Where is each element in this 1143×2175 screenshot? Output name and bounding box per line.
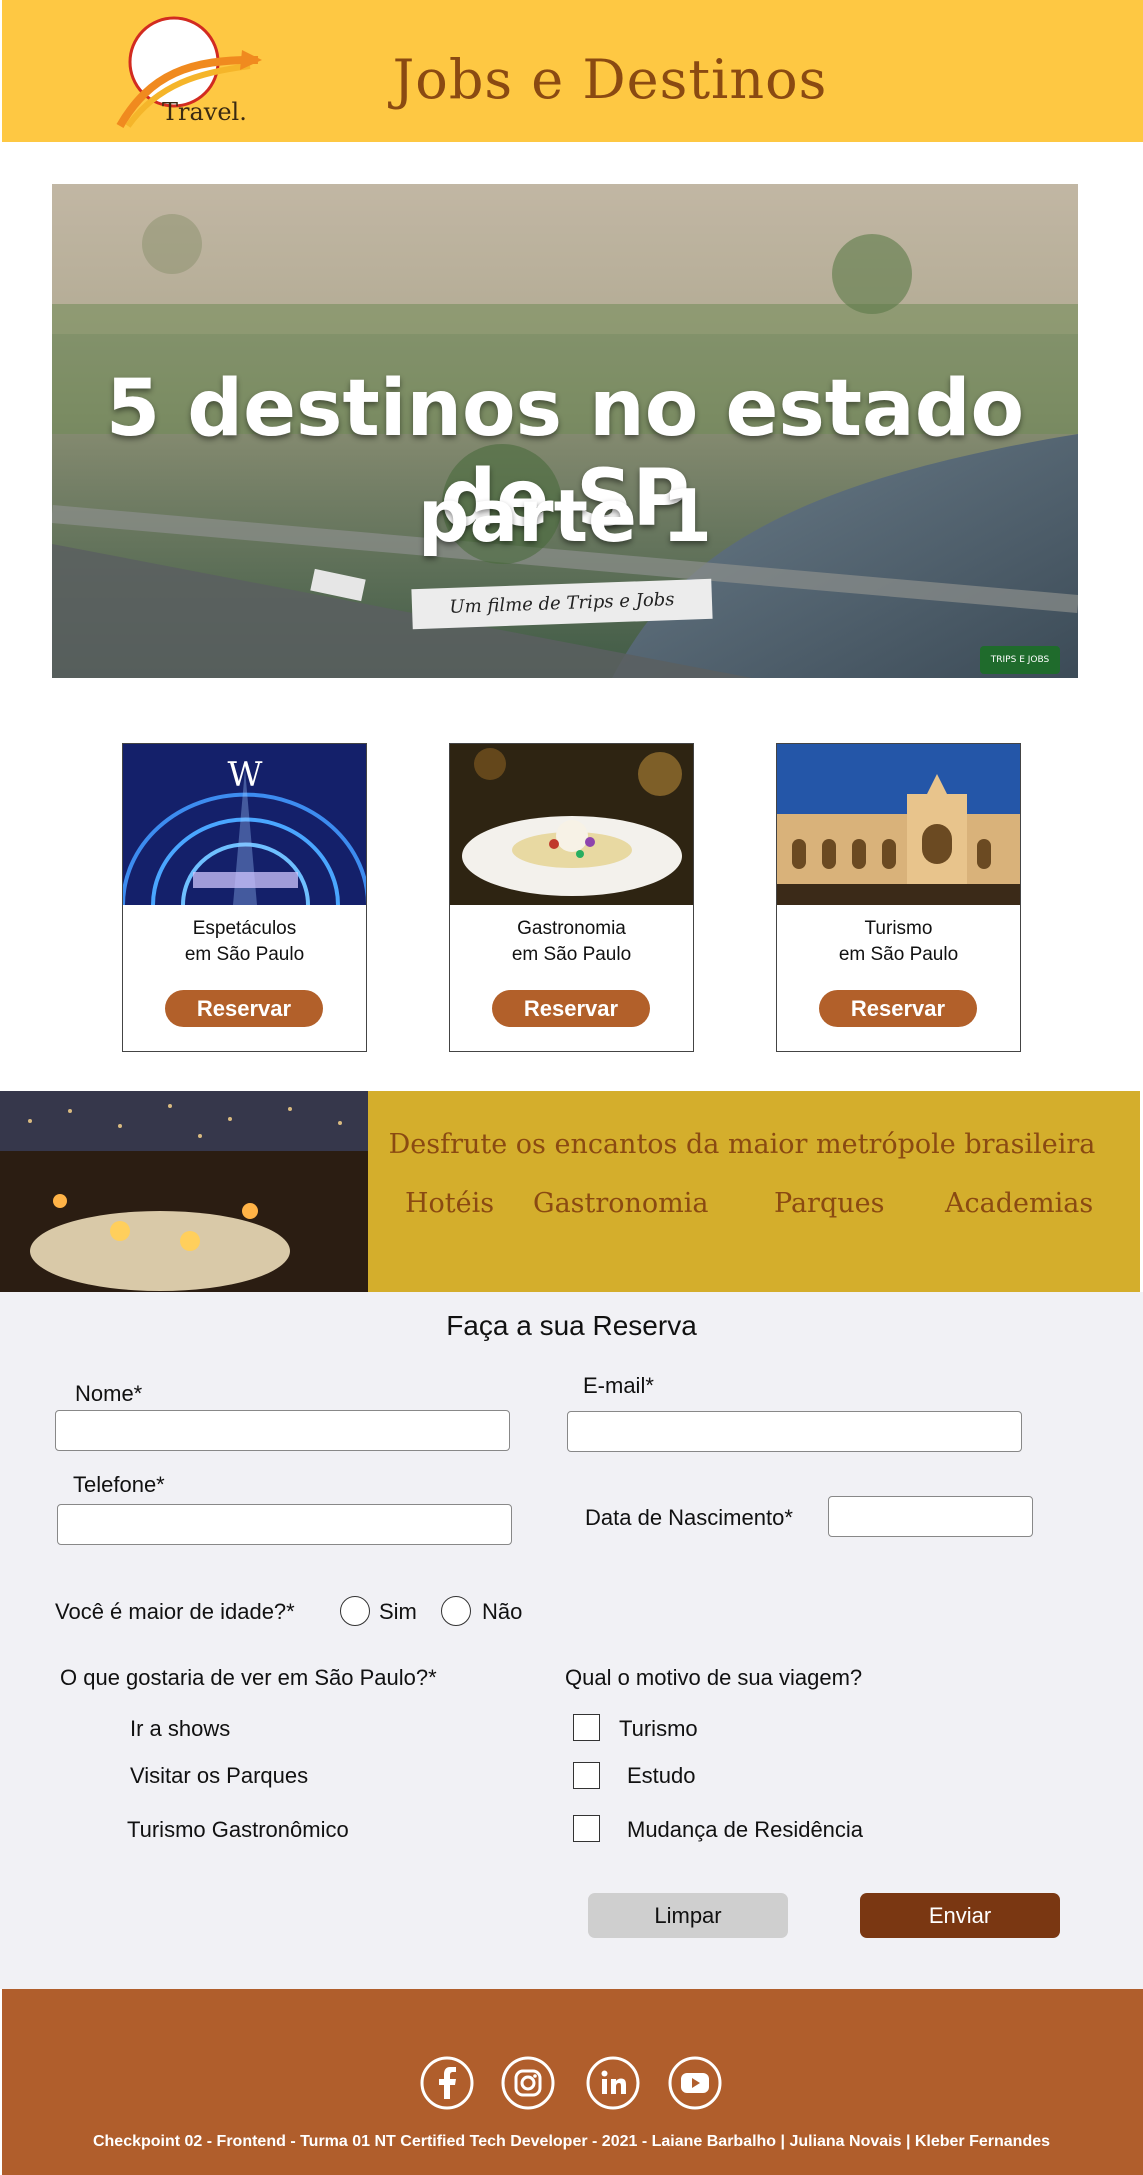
reason-moving-checkbox[interactable]	[573, 1815, 600, 1842]
reason-moving-label: Mudança de Residência	[627, 1817, 864, 1842]
banner-link-hoteis[interactable]: Hotéis	[405, 1188, 494, 1219]
footer-credits: Checkpoint 02 - Frontend - Turma 01 NT C…	[92, 2133, 1051, 2150]
reserve-shows-button[interactable]: Reservar	[165, 990, 323, 1027]
hero-video[interactable]: 5 destinos no estado de SP parte 1 Um fi…	[52, 184, 1078, 678]
card-label-line2: em São Paulo	[838, 944, 959, 965]
email-label: E-mail*	[583, 1373, 654, 1398]
site-title: Jobs e Destinos	[392, 48, 828, 111]
reserve-food-button[interactable]: Reservar	[492, 990, 650, 1027]
reason-tourism-label: Turismo	[619, 1716, 698, 1741]
card-image-shows: W	[123, 744, 366, 905]
svg-text:W: W	[228, 755, 263, 795]
adult-no-radio[interactable]	[441, 1596, 471, 1626]
banner-heading: Desfrute os encantos da maior metrópole …	[388, 1129, 1096, 1160]
banner-restaurant-image	[0, 1091, 368, 1292]
card-label-tourism: Turismo em São Paulo	[777, 916, 1020, 968]
form-title: Faça a sua Reserva	[446, 1310, 697, 1341]
birthdate-field[interactable]	[828, 1496, 1033, 1537]
card-label-shows: Espetáculos em São Paulo	[123, 916, 366, 968]
card-label-line1: Turismo	[864, 918, 933, 939]
hero-watermark-text: TRIPS E JOBS	[990, 655, 1050, 665]
card-label-line1: Gastronomia	[517, 918, 626, 939]
page: Travel. Jobs e Destinos 5 destinos no es…	[0, 0, 1143, 2175]
interests-question: O que gostaria de ver em São Paulo?*	[60, 1665, 437, 1690]
card-turismo: Turismo em São Paulo Reservar	[776, 743, 1021, 1052]
reason-question: Qual o motivo de sua viagem?	[565, 1665, 863, 1690]
facebook-icon[interactable]	[419, 2055, 475, 2111]
reservation-form	[0, 1292, 1143, 1989]
adult-no-label: Não	[482, 1599, 523, 1624]
clear-button[interactable]: Limpar	[588, 1893, 788, 1938]
adult-yes-radio[interactable]	[340, 1596, 370, 1626]
youtube-icon[interactable]	[667, 2055, 723, 2111]
card-label-food: Gastronomia em São Paulo	[450, 916, 693, 968]
interest-parks[interactable]: Visitar os Parques	[130, 1763, 308, 1789]
name-label: Nome*	[75, 1381, 143, 1406]
adult-yes-label: Sim	[379, 1599, 417, 1624]
name-field[interactable]	[55, 1410, 510, 1451]
hero-watermark: TRIPS E JOBS	[980, 646, 1060, 674]
linkedin-icon[interactable]	[585, 2055, 641, 2111]
highlight-banner: Desfrute os encantos da maior metrópole …	[0, 1091, 1140, 1292]
birth-label: Data de Nascimento*	[585, 1505, 793, 1530]
phone-field[interactable]	[57, 1504, 512, 1545]
send-button[interactable]: Enviar	[860, 1893, 1060, 1938]
instagram-icon[interactable]	[500, 2055, 556, 2111]
email-field[interactable]	[567, 1411, 1022, 1452]
card-image-food	[450, 744, 693, 905]
adult-question: Você é maior de idade?*	[55, 1599, 295, 1624]
card-label-line1: Espetáculos	[192, 918, 297, 939]
phone-label: Telefone*	[73, 1472, 165, 1497]
card-label-line2: em São Paulo	[511, 944, 632, 965]
card-image-tourism	[777, 744, 1020, 905]
travel-logo[interactable]: Travel.	[110, 14, 265, 132]
banner-link-academias[interactable]: Academias	[945, 1188, 1093, 1219]
banner-link-gastronomia[interactable]: Gastronomia	[533, 1188, 709, 1219]
interest-shows[interactable]: Ir a shows	[130, 1716, 230, 1742]
interest-gastronomy[interactable]: Turismo Gastronômico	[127, 1817, 349, 1843]
card-espetaculos: W Espetáculos em São Paulo Reservar	[122, 743, 367, 1052]
card-gastronomia: Gastronomia em São Paulo Reservar	[449, 743, 694, 1052]
card-label-line2: em São Paulo	[184, 944, 305, 965]
banner-link-parques[interactable]: Parques	[774, 1188, 884, 1219]
hero-title-line2: parte 1	[417, 474, 713, 558]
logo-text: Travel.	[162, 98, 247, 126]
reason-tourism-checkbox[interactable]	[573, 1714, 600, 1741]
reason-study-label: Estudo	[627, 1763, 696, 1788]
reason-study-checkbox[interactable]	[573, 1762, 600, 1789]
reserve-tourism-button[interactable]: Reservar	[819, 990, 977, 1027]
